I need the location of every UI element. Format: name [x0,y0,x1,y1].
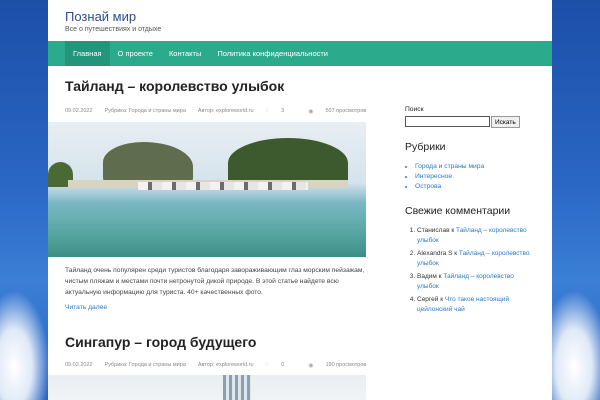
post-category[interactable]: Рубрика: Города и страны мира [105,362,186,368]
category-item[interactable]: Города и страны мира [415,162,552,172]
post-meta: 09.02.2022 Рубрика: Города и страны мира… [48,355,366,375]
page-container: Познай мир Все о путешествиях и отдыхе Г… [48,0,552,400]
post-views-count: 190 просмотров [325,362,367,368]
post-author: Автор: exploreworld.ru [197,362,254,368]
search-label: Поиск [405,106,424,113]
nav-item-privacy[interactable]: Политика конфиденциальности [209,41,336,66]
post-date: 09.02.2022 [65,108,93,114]
speech-bubble-icon: ◌ [265,362,270,368]
site-header: Познай мир Все о путешествиях и отдыхе [48,0,552,41]
background-cloud-right [550,290,600,400]
post-title[interactable]: Сингапур – город будущего [48,328,366,355]
recent-comments-title: Свежие комментарии [405,205,511,217]
post-thumbnail-thailand[interactable] [48,122,366,257]
category-item[interactable]: Интересное [415,172,552,182]
background-cloud-left [0,290,50,400]
search-input[interactable] [405,116,490,127]
post-comments-count: 0 [281,362,285,368]
post-excerpt: Тайланд очень популярен среди туристов б… [65,267,365,296]
post: Тайланд – королевство улыбок 09.02.2022 … [48,66,366,328]
post-author: Автор: exploreworld.ru [197,108,254,114]
eye-icon: ◉ [308,362,314,369]
post-views-count: 507 просмотров [325,108,367,114]
eye-icon: ◉ [308,108,314,115]
nav-item-contacts[interactable]: Контакты [161,41,209,66]
boats-shape [138,182,308,190]
search-widget: Поиск Искать [405,106,552,128]
nav-item-home[interactable]: Главная [65,41,110,66]
post-date: 09.02.2022 [65,362,93,368]
main-column: Тайланд – королевство улыбок 09.02.2022 … [48,66,366,400]
categories-title: Рубрики [405,141,446,153]
categories-widget: Рубрики Города и страны мира Интересное … [405,141,552,192]
post-category[interactable]: Рубрика: Города и страны мира [105,108,186,114]
comment-item: Alexandra S к Тайланд – королевство улыб… [417,249,535,269]
comment-author: Вадим [417,273,437,280]
post-comments-count: 3 [281,108,285,114]
search-button[interactable]: Искать [491,116,520,128]
search-form: Искать [405,116,552,128]
building-shape [223,375,251,400]
speech-bubble-icon: ◌ [265,108,270,114]
recent-comments-widget: Свежие комментарии Станислав к Тайланд –… [405,205,552,315]
comment-item: Сергей к Что такое настоящий цейлонский … [417,295,535,315]
sidebar: Поиск Искать Рубрики Города и страны мир… [366,66,552,400]
post: Сингапур – город будущего 09.02.2022 Руб… [48,328,366,400]
category-item[interactable]: Острова [415,182,552,192]
site-description: Все о путешествиях и отдыхе [65,26,162,33]
post-meta: 09.02.2022 Рубрика: Города и страны мира… [48,100,366,122]
comment-author: Сергей [417,296,439,303]
site-title[interactable]: Познай мир [65,9,552,24]
categories-list: Города и страны мира Интересное Острова [405,162,552,192]
post-thumbnail-singapore[interactable] [48,375,366,400]
post-comments[interactable]: ◌ 3 [266,108,297,114]
nav-item-about[interactable]: О проекте [110,41,161,66]
read-more-link[interactable]: Читать далее [48,298,366,328]
content-area: Тайланд – королевство улыбок 09.02.2022 … [48,66,552,400]
post-comments[interactable]: ◌ 0 [266,362,297,368]
main-navigation: Главная О проекте Контакты Политика конф… [48,41,552,66]
comment-item: Станислав к Тайланд – королевство улыбок [417,226,535,246]
comment-author: Станислав [417,227,450,234]
comment-item: Вадим к Тайланд – королевство улыбок [417,272,535,292]
recent-comments-list: Станислав к Тайланд – королевство улыбок… [405,226,535,315]
comment-author: Alexandra S [417,250,453,257]
post-title[interactable]: Тайланд – королевство улыбок [48,66,366,100]
